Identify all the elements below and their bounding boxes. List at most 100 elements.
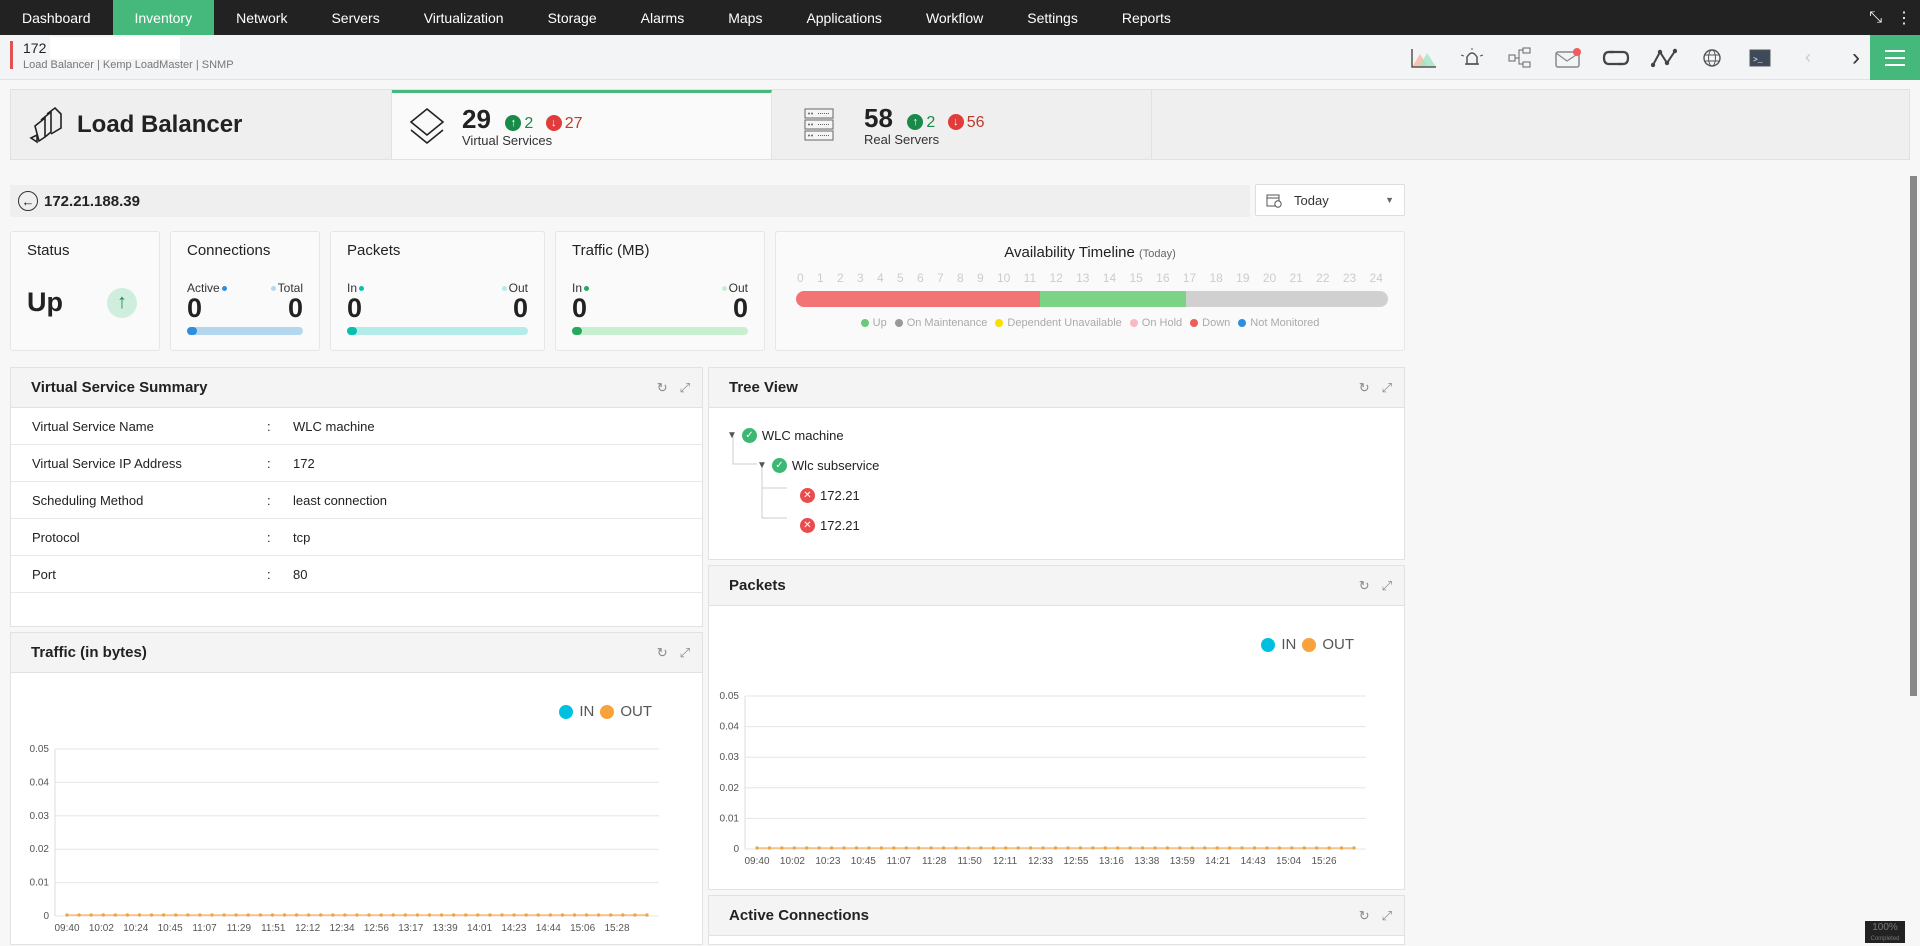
email-icon[interactable]	[1554, 46, 1582, 70]
data-point-out[interactable]	[524, 913, 528, 917]
data-point-out[interactable]	[854, 846, 859, 850]
data-point-out[interactable]	[621, 913, 625, 917]
data-point-out[interactable]	[767, 846, 772, 850]
data-point-out[interactable]	[1240, 846, 1244, 850]
data-point-out[interactable]	[991, 846, 995, 850]
data-point-out[interactable]	[500, 913, 504, 917]
data-point-out[interactable]	[1066, 846, 1070, 850]
data-point-out[interactable]	[379, 913, 383, 917]
expand-icon[interactable]: ⤢	[1382, 380, 1392, 396]
tree-node-child[interactable]: ▼ ✓ Wlc subservice	[727, 450, 1386, 480]
data-point-out[interactable]	[1004, 846, 1008, 850]
data-point-out[interactable]	[892, 846, 896, 850]
nav-item-virtualization[interactable]: Virtualization	[402, 0, 526, 35]
data-point-out[interactable]	[1190, 846, 1194, 850]
refresh-icon[interactable]: ↻	[657, 645, 668, 661]
data-point-out[interactable]	[1203, 846, 1207, 850]
workflow-icon[interactable]	[1506, 46, 1534, 70]
data-point-out[interactable]	[427, 913, 432, 917]
alarm-bell-icon[interactable]	[1458, 46, 1486, 70]
data-point-out[interactable]	[77, 913, 81, 917]
nav-item-settings[interactable]: Settings	[1005, 0, 1100, 35]
refresh-icon[interactable]: ↻	[1359, 380, 1370, 396]
expand-icon[interactable]: ⤢	[680, 645, 690, 661]
data-point-out[interactable]	[319, 913, 323, 917]
data-point-out[interactable]	[307, 913, 311, 917]
back-arrow-icon[interactable]: ←	[18, 191, 38, 211]
performance-chart-icon[interactable]	[1410, 46, 1438, 70]
data-point-out[interactable]	[645, 913, 649, 917]
nav-item-servers[interactable]: Servers	[309, 0, 401, 35]
data-point-out[interactable]	[584, 913, 589, 917]
data-point-out[interactable]	[1128, 846, 1132, 850]
refresh-icon[interactable]: ↻	[1359, 578, 1370, 594]
data-point-out[interactable]	[1029, 846, 1033, 850]
data-point-out[interactable]	[867, 846, 871, 850]
tree-node-leaf[interactable]: ✕ 172.21	[727, 480, 1386, 510]
expand-icon[interactable]: ⤢	[1382, 908, 1392, 924]
data-point-out[interactable]	[1178, 846, 1182, 850]
data-point-out[interactable]	[817, 846, 821, 850]
data-point-out[interactable]	[125, 913, 130, 917]
data-point-out[interactable]	[222, 913, 226, 917]
tree-node-label[interactable]: 172.21	[820, 488, 860, 503]
data-point-out[interactable]	[355, 913, 359, 917]
data-point-out[interactable]	[391, 913, 395, 917]
tree-node-leaf[interactable]: ✕ 172.21	[727, 510, 1386, 540]
data-point-out[interactable]	[101, 913, 105, 917]
tree-node-label[interactable]: WLC machine	[762, 428, 844, 443]
data-point-out[interactable]	[572, 913, 577, 917]
scrollbar-thumb[interactable]	[1910, 176, 1917, 696]
data-point-out[interactable]	[1277, 846, 1281, 850]
globe-icon[interactable]	[1698, 46, 1726, 70]
nav-item-alarms[interactable]: Alarms	[619, 0, 707, 35]
more-options-icon[interactable]: ⋮	[1896, 8, 1912, 28]
page-scrollbar[interactable]	[1909, 168, 1917, 940]
legend-out-label[interactable]: OUT	[1322, 636, 1354, 653]
topology-icon[interactable]	[1650, 46, 1678, 70]
data-point-out[interactable]	[1215, 846, 1219, 850]
data-point-out[interactable]	[597, 913, 601, 917]
nav-item-reports[interactable]: Reports	[1100, 0, 1193, 35]
data-point-out[interactable]	[476, 913, 480, 917]
tree-node-label[interactable]: 172.21	[820, 518, 860, 533]
data-point-out[interactable]	[941, 846, 946, 850]
data-point-out[interactable]	[89, 913, 93, 917]
refresh-icon[interactable]: ↻	[1359, 908, 1370, 924]
data-point-out[interactable]	[258, 913, 262, 917]
previous-icon[interactable]: ‹	[1794, 46, 1822, 70]
data-point-out[interactable]	[1302, 846, 1306, 850]
data-point-out[interactable]	[904, 846, 908, 850]
data-point-out[interactable]	[464, 913, 468, 917]
legend-in-label[interactable]: IN	[579, 703, 594, 720]
nav-item-applications[interactable]: Applications	[784, 0, 904, 35]
data-point-out[interactable]	[1327, 846, 1331, 850]
data-point-out[interactable]	[1290, 846, 1294, 850]
tree-node-label[interactable]: Wlc subservice	[792, 458, 879, 473]
virtual-services-up[interactable]: 2	[524, 115, 533, 132]
data-point-out[interactable]	[162, 913, 166, 917]
data-point-out[interactable]	[234, 913, 238, 917]
data-point-out[interactable]	[1252, 846, 1257, 850]
data-point-out[interactable]	[879, 846, 883, 850]
data-point-out[interactable]	[560, 913, 565, 917]
period-select[interactable]: Today ▼	[1255, 184, 1405, 216]
data-point-out[interactable]	[1352, 846, 1356, 850]
data-point-out[interactable]	[755, 846, 759, 850]
data-point-out[interactable]	[830, 846, 834, 850]
data-point-out[interactable]	[452, 913, 456, 917]
data-point-out[interactable]	[954, 846, 958, 850]
next-icon[interactable]: ›	[1842, 44, 1870, 71]
collapse-triangle-icon[interactable]: ▼	[757, 460, 767, 471]
virtual-services-down[interactable]: 27	[565, 115, 583, 132]
terminal-icon[interactable]: >_	[1746, 46, 1774, 70]
data-point-out[interactable]	[210, 913, 214, 917]
data-point-out[interactable]	[1016, 846, 1020, 850]
data-point-out[interactable]	[979, 846, 983, 850]
nav-item-storage[interactable]: Storage	[526, 0, 619, 35]
data-point-out[interactable]	[403, 913, 407, 917]
legend-in-label[interactable]: IN	[1281, 636, 1296, 653]
expand-icon[interactable]: ⤢	[1382, 578, 1392, 594]
data-point-out[interactable]	[1315, 846, 1319, 850]
timeline-segment-not-monitored-future[interactable]	[1185, 291, 1388, 307]
